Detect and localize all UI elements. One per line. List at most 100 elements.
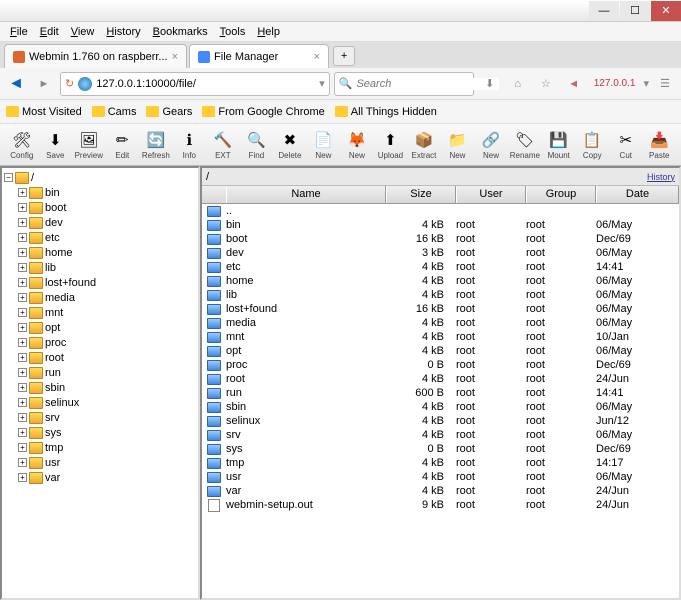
toolbar-cut-button[interactable]: ✂Cut bbox=[610, 126, 642, 164]
collapse-icon[interactable]: − bbox=[4, 173, 13, 182]
tree-node[interactable]: +etc bbox=[4, 230, 196, 245]
expand-icon[interactable]: + bbox=[18, 473, 27, 482]
toolbar-new-button[interactable]: 📄New bbox=[308, 126, 340, 164]
file-row[interactable]: selinux4 kBrootrootJun/12 bbox=[202, 414, 679, 428]
file-row[interactable]: lost+found16 kBrootroot06/May bbox=[202, 302, 679, 316]
bookmark-item[interactable]: Most Visited bbox=[6, 106, 82, 118]
file-row[interactable]: var4 kBrootroot24/Jun bbox=[202, 484, 679, 498]
expand-icon[interactable]: + bbox=[18, 203, 27, 212]
toolbar-upload-button[interactable]: ⬆Upload bbox=[375, 126, 407, 164]
tree-node[interactable]: +media bbox=[4, 290, 196, 305]
tree-node[interactable]: +lost+found bbox=[4, 275, 196, 290]
menu-file[interactable]: File bbox=[4, 24, 34, 40]
expand-icon[interactable]: + bbox=[18, 338, 27, 347]
browser-tab[interactable]: File Manager× bbox=[189, 44, 329, 68]
new-tab-button[interactable]: + bbox=[333, 46, 355, 66]
file-row[interactable]: opt4 kBrootroot06/May bbox=[202, 344, 679, 358]
directory-tree[interactable]: −/+bin+boot+dev+etc+home+lib+lost+found+… bbox=[0, 166, 200, 600]
window-maximize-button[interactable]: ☐ bbox=[620, 1, 650, 21]
bookmark-item[interactable]: From Google Chrome bbox=[202, 106, 324, 118]
expand-icon[interactable]: + bbox=[18, 428, 27, 437]
tab-close-icon[interactable]: × bbox=[172, 51, 178, 63]
menu-history[interactable]: History bbox=[100, 24, 146, 40]
tree-node[interactable]: +usr bbox=[4, 455, 196, 470]
toolbar-extract-button[interactable]: 📦Extract bbox=[408, 126, 440, 164]
toolbar-paste-button[interactable]: 📥Paste bbox=[644, 126, 676, 164]
file-row[interactable]: sys0 BrootrootDec/69 bbox=[202, 442, 679, 456]
file-row[interactable]: mnt4 kBrootroot10/Jan bbox=[202, 330, 679, 344]
toolbar-new-button[interactable]: 📁New bbox=[442, 126, 474, 164]
file-row[interactable]: usr4 kBrootroot06/May bbox=[202, 470, 679, 484]
dropdown-icon[interactable]: ▾ bbox=[319, 77, 325, 90]
tree-node[interactable]: +lib bbox=[4, 260, 196, 275]
back-button[interactable]: ◄ bbox=[4, 72, 28, 96]
file-row[interactable]: boot16 kBrootrootDec/69 bbox=[202, 232, 679, 246]
tree-node[interactable]: +opt bbox=[4, 320, 196, 335]
file-row[interactable]: media4 kBrootroot06/May bbox=[202, 316, 679, 330]
expand-icon[interactable]: + bbox=[18, 458, 27, 467]
menu-view[interactable]: View bbox=[65, 24, 101, 40]
url-bar[interactable]: ↻ ▾ bbox=[60, 72, 330, 96]
toolbar-save-button[interactable]: ⬇Save bbox=[40, 126, 72, 164]
expand-icon[interactable]: + bbox=[18, 308, 27, 317]
expand-icon[interactable]: + bbox=[18, 218, 27, 227]
bookmark-star-button[interactable]: ☆ bbox=[534, 72, 558, 96]
tree-node[interactable]: +home bbox=[4, 245, 196, 260]
tree-root[interactable]: −/ bbox=[4, 170, 196, 185]
home-button[interactable]: ⌂ bbox=[506, 72, 530, 96]
tree-node[interactable]: +proc bbox=[4, 335, 196, 350]
column-size[interactable]: Size bbox=[386, 186, 456, 203]
expand-icon[interactable]: + bbox=[18, 323, 27, 332]
window-minimize-button[interactable]: — bbox=[589, 1, 619, 21]
tree-node[interactable]: +root bbox=[4, 350, 196, 365]
toolbar-delete-button[interactable]: ✖Delete bbox=[274, 126, 306, 164]
toolbar-new-button[interactable]: 🦊New bbox=[341, 126, 373, 164]
file-row[interactable]: webmin-setup.out9 kBrootroot24/Jun bbox=[202, 498, 679, 512]
bookmark-item[interactable]: Gears bbox=[146, 106, 192, 118]
menu-bookmarks[interactable]: Bookmarks bbox=[147, 24, 214, 40]
url-input[interactable] bbox=[96, 78, 315, 90]
expand-icon[interactable]: + bbox=[18, 233, 27, 242]
window-close-button[interactable]: ✕ bbox=[651, 1, 681, 21]
reload-icon[interactable]: ↻ bbox=[65, 77, 74, 90]
toolbar-copy-button[interactable]: 📋Copy bbox=[577, 126, 609, 164]
file-row[interactable]: bin4 kBrootroot06/May bbox=[202, 218, 679, 232]
file-row[interactable]: srv4 kBrootroot06/May bbox=[202, 428, 679, 442]
toolbar-new-button[interactable]: 🔗New bbox=[475, 126, 507, 164]
tree-node[interactable]: +mnt bbox=[4, 305, 196, 320]
expand-icon[interactable]: + bbox=[18, 188, 27, 197]
tree-node[interactable]: +dev bbox=[4, 215, 196, 230]
browser-tab[interactable]: Webmin 1.760 on raspberr...× bbox=[4, 44, 187, 68]
location-button[interactable]: ◄ bbox=[562, 72, 586, 96]
toolbar-refresh-button[interactable]: 🔄Refresh bbox=[140, 126, 172, 164]
menu-tools[interactable]: Tools bbox=[214, 24, 252, 40]
expand-icon[interactable]: + bbox=[18, 383, 27, 392]
expand-icon[interactable]: + bbox=[18, 293, 27, 302]
tree-node[interactable]: +srv bbox=[4, 410, 196, 425]
toolbar-find-button[interactable]: 🔍Find bbox=[241, 126, 273, 164]
bookmark-item[interactable]: All Things Hidden bbox=[335, 106, 437, 118]
toolbar-rename-button[interactable]: 🏷Rename bbox=[509, 126, 541, 164]
file-row[interactable]: sbin4 kBrootroot06/May bbox=[202, 400, 679, 414]
file-row[interactable]: proc0 BrootrootDec/69 bbox=[202, 358, 679, 372]
menu-edit[interactable]: Edit bbox=[34, 24, 65, 40]
expand-icon[interactable]: + bbox=[18, 278, 27, 287]
file-row[interactable]: etc4 kBrootroot14:41 bbox=[202, 260, 679, 274]
file-row[interactable]: run600 Brootroot14:41 bbox=[202, 386, 679, 400]
column-name[interactable]: Name bbox=[226, 186, 386, 203]
tree-node[interactable]: +run bbox=[4, 365, 196, 380]
history-link[interactable]: History bbox=[647, 172, 675, 182]
tree-node[interactable]: +tmp bbox=[4, 440, 196, 455]
tree-node[interactable]: +bin bbox=[4, 185, 196, 200]
expand-icon[interactable]: + bbox=[18, 443, 27, 452]
menu-button[interactable]: ☰ bbox=[653, 72, 677, 96]
file-row[interactable]: .. bbox=[202, 204, 679, 218]
toolbar-preview-button[interactable]: 🖼Preview bbox=[73, 126, 105, 164]
file-row[interactable]: tmp4 kBrootroot14:17 bbox=[202, 456, 679, 470]
column-group[interactable]: Group bbox=[526, 186, 596, 203]
file-row[interactable]: lib4 kBrootroot06/May bbox=[202, 288, 679, 302]
forward-button[interactable]: ► bbox=[32, 72, 56, 96]
bookmark-item[interactable]: Cams bbox=[92, 106, 137, 118]
file-row[interactable]: root4 kBrootroot24/Jun bbox=[202, 372, 679, 386]
file-row[interactable]: home4 kBrootroot06/May bbox=[202, 274, 679, 288]
